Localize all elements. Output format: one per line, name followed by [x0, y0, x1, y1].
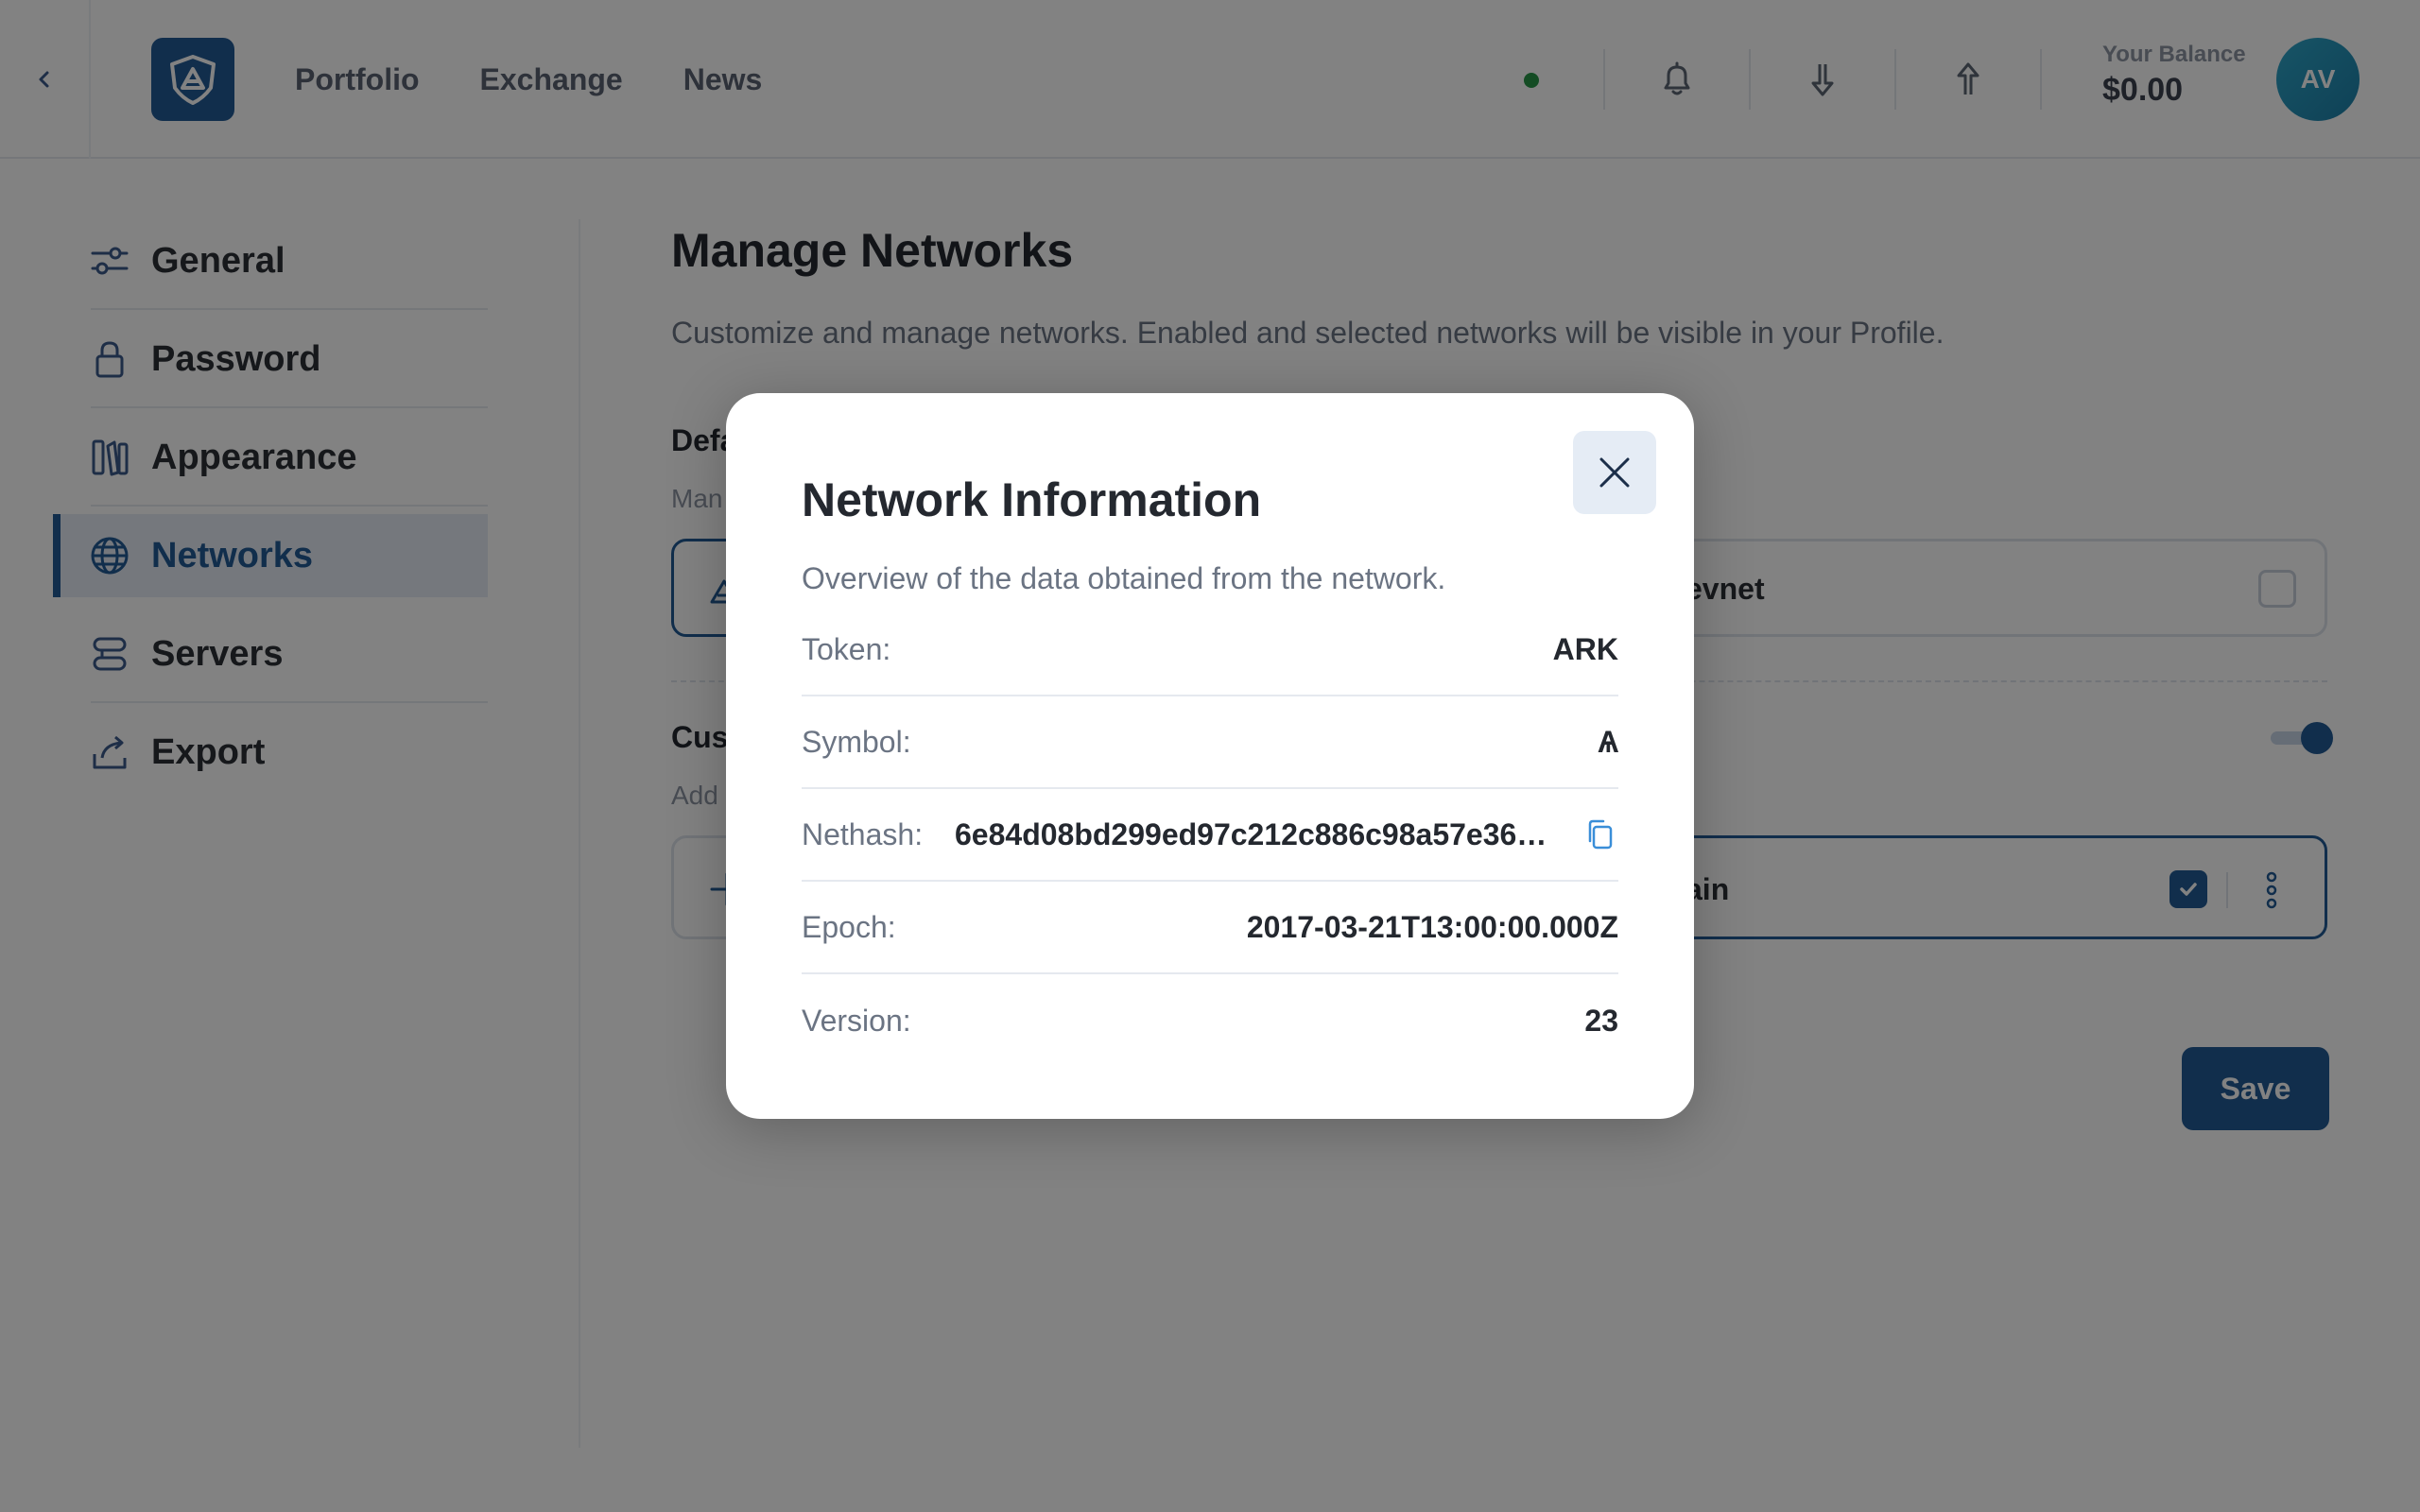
version-value: 23	[1584, 1003, 1618, 1038]
info-key: Token:	[802, 631, 891, 666]
info-row-version: Version: 23	[802, 974, 1618, 1067]
info-row-token: Token: ARK	[802, 604, 1618, 696]
epoch-value: 2017-03-21T13:00:00.000Z	[1246, 909, 1618, 944]
token-value: ARK	[1552, 631, 1618, 666]
modal-title: Network Information	[802, 473, 1262, 526]
copy-button[interactable]	[1581, 816, 1618, 853]
nethash-container: 6e84d08bd299ed97c212c886c98a57e36545c8f5…	[955, 816, 1618, 853]
info-row-epoch: Epoch: 2017-03-21T13:00:00.000Z	[802, 882, 1618, 974]
close-icon	[1599, 457, 1630, 488]
info-key: Nethash:	[802, 816, 924, 851]
modal-description: Overview of the data obtained from the n…	[802, 561, 1446, 595]
info-row-symbol: Symbol: Ѧ	[802, 696, 1618, 789]
network-information-modal: Network Information Overview of the data…	[726, 393, 1694, 1119]
info-key: Version:	[802, 1003, 911, 1038]
copy-icon	[1588, 819, 1613, 850]
close-button[interactable]	[1573, 431, 1656, 514]
info-row-nethash: Nethash: 6e84d08bd299ed97c212c886c98a57e…	[802, 789, 1618, 882]
symbol-value: Ѧ	[1598, 724, 1618, 759]
info-key: Epoch:	[802, 909, 896, 944]
nethash-value: 6e84d08bd299ed97c212c886c98a57e36545c8f5…	[955, 816, 1560, 851]
info-key: Symbol:	[802, 724, 911, 759]
